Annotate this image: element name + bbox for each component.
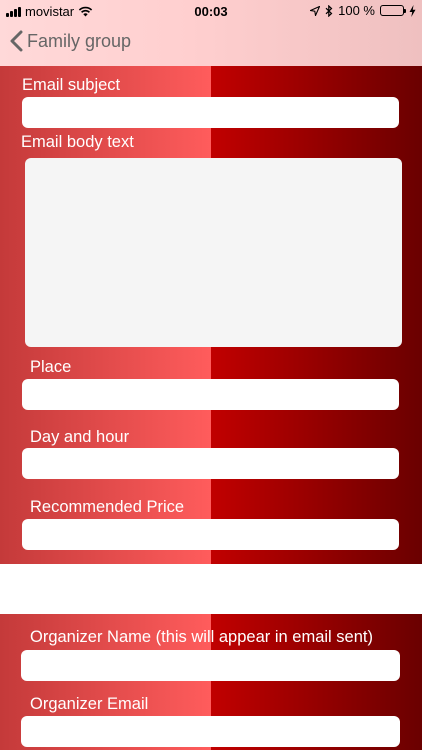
place-input[interactable]: [22, 379, 399, 410]
charging-bolt-icon: [409, 4, 416, 17]
back-button[interactable]: Family group: [10, 30, 131, 52]
email-body-textarea[interactable]: [25, 158, 402, 347]
email-body-label: Email body text: [21, 133, 134, 151]
organizer-name-label: Organizer Name (this will appear in emai…: [30, 628, 373, 646]
email-subject-input[interactable]: [22, 97, 399, 128]
screen: movistar 00:03 100 % Family group Email …: [0, 0, 422, 750]
organizer-panel: Organizer Name (this will appear in emai…: [0, 614, 422, 750]
navigation-bar: Family group: [0, 22, 422, 66]
status-bar: movistar 00:03 100 %: [0, 0, 422, 22]
organizer-name-input[interactable]: [21, 650, 400, 681]
back-label: Family group: [27, 30, 132, 51]
organizer-email-input[interactable]: [21, 716, 400, 747]
email-subject-label: Email subject: [22, 76, 121, 94]
day-hour-input[interactable]: [22, 448, 399, 479]
recommended-price-input[interactable]: [22, 519, 399, 550]
status-right: 100 %: [310, 3, 416, 18]
chevron-left-icon: [10, 30, 23, 52]
place-label: Place: [30, 358, 72, 376]
bluetooth-icon: [325, 4, 333, 17]
battery-percent: 100 %: [338, 3, 375, 18]
day-hour-label: Day and hour: [30, 428, 130, 446]
event-details-panel: Email subject Email body text Place Day …: [0, 66, 422, 564]
battery-icon: [380, 5, 406, 16]
location-arrow-icon: [310, 5, 321, 16]
recommended-price-label: Recommended Price: [30, 498, 185, 516]
top-bar: movistar 00:03 100 % Family group: [0, 0, 422, 66]
organizer-email-label: Organizer Email: [30, 695, 149, 713]
